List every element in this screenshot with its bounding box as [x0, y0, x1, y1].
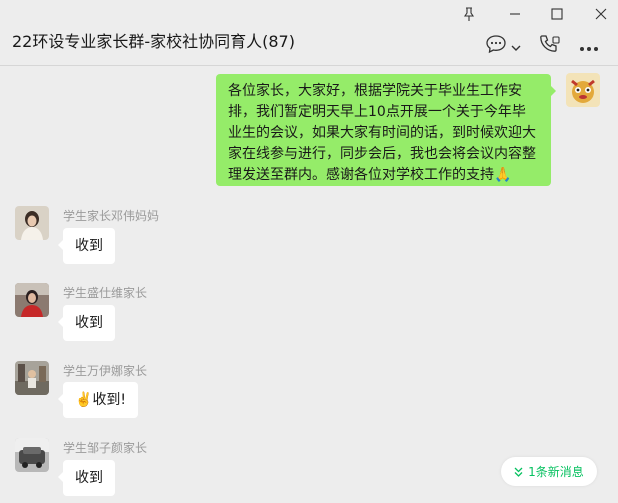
- message-bubble[interactable]: 收到: [58, 460, 115, 496]
- my-message-bubble[interactable]: 各位家长，大家好，根据学院关于毕业生工作安排，我们暂定明天早上10点开展一个关于…: [216, 74, 556, 186]
- message-bubble[interactable]: 收到: [58, 305, 115, 341]
- chat-header: 22环设专业家长群-家校社协同育人(87): [0, 0, 618, 66]
- maximize-icon[interactable]: [545, 4, 569, 24]
- more-button[interactable]: [578, 34, 600, 58]
- minimize-icon[interactable]: [503, 4, 527, 24]
- sender-name: 学生家长邓伟妈妈: [63, 209, 160, 223]
- sender-name: 学生邹子颜家长: [63, 441, 148, 455]
- avatar[interactable]: [15, 438, 49, 472]
- close-icon[interactable]: [589, 4, 613, 24]
- new-message-label: 1条新消息: [528, 465, 584, 479]
- avatar[interactable]: [15, 206, 49, 240]
- pin-icon[interactable]: [457, 4, 481, 24]
- chevron-down-icon: [511, 37, 521, 56]
- phone-icon: [538, 34, 560, 58]
- message-text: 收到!: [92, 392, 127, 408]
- sender-name: 学生盛仕维家长: [63, 286, 148, 300]
- message-bubble[interactable]: 收到: [58, 228, 115, 264]
- double-chevron-down-icon: [514, 467, 523, 477]
- new-message-button[interactable]: 1条新消息: [501, 457, 597, 486]
- more-icon: [579, 37, 599, 56]
- chat-title: 22环设专业家长群-家校社协同育人(87): [12, 32, 295, 51]
- victory-hand-emoji: ✌️: [75, 392, 93, 408]
- sender-name: 学生万伊娜家长: [63, 364, 148, 378]
- avatar[interactable]: [15, 283, 49, 317]
- call-button[interactable]: [537, 34, 561, 58]
- my-avatar[interactable]: [566, 73, 600, 107]
- avatar[interactable]: [15, 361, 49, 395]
- chat-info-button[interactable]: [481, 34, 525, 58]
- chat-bubble-icon: [485, 34, 507, 58]
- message-bubble[interactable]: ✌️收到!: [57, 382, 139, 418]
